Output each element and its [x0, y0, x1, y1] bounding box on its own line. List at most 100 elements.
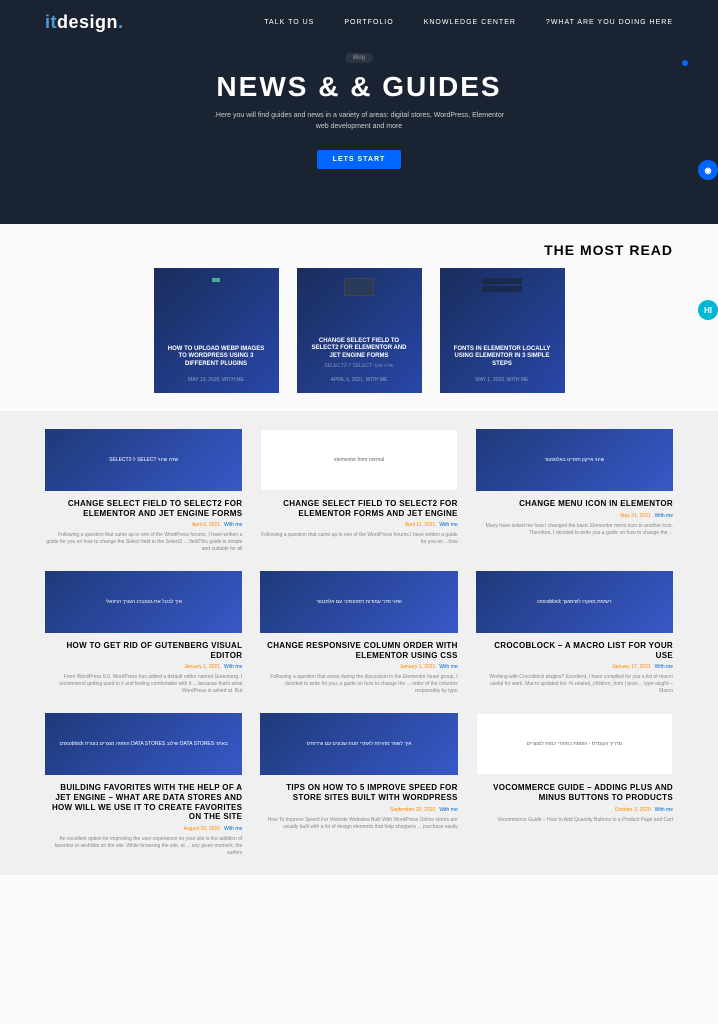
post-date: May 31, 2021 [620, 513, 650, 519]
featured-cards: HOW TO UPLOAD WEBP IMAGES TO WORDPRESS U… [0, 268, 718, 411]
fab-chat-icon[interactable]: HI [698, 300, 718, 320]
nav-portfolio[interactable]: PORTFOLIO [344, 19, 393, 26]
post-card[interactable]: crocoblock הוספה מוצרים בעזרת DATA STORE… [45, 713, 242, 856]
post-thumbnail: elementor form normal [260, 429, 457, 491]
post-title: BUILDING FAVORITES WITH THE HELP OF A JE… [45, 783, 242, 821]
card-thumb-icon [482, 278, 522, 284]
post-title: CHANGE MENU ICON IN ELEMENTOR [476, 499, 673, 509]
dot-icon [682, 60, 688, 66]
post-date: September 20, 2020 [390, 807, 435, 813]
post-title: CHANGE SELECT FIELD TO SELECT2 FOR ELEME… [45, 499, 242, 518]
post-excerpt: Following a question that arose during t… [260, 674, 457, 695]
nav-bar: itdesign. TALK TO US PORTFOLIO KNOWLEDGE… [0, 12, 718, 33]
post-author: With me [439, 664, 457, 670]
post-author: With me [439, 807, 457, 813]
post-thumb-text: שינוי סדר עמודות רספונסיבי עם אלמנטור [316, 599, 402, 605]
post-card[interactable]: שינוי אייקון תפריט באלמנטור CHANGE MENU I… [476, 429, 673, 553]
post-date: January 1, 2021 [184, 664, 220, 670]
post-title: HOW TO GET RID OF GUTENBERG VISUAL EDITO… [45, 641, 242, 660]
post-meta: April 6, 2021 With me [45, 522, 242, 528]
hero-badge: Blog [345, 53, 373, 63]
post-card[interactable]: SELECT2-ל SELECT שדה שינוי CHANGE SELECT … [45, 429, 242, 553]
post-date: April 11, 2021 [405, 522, 435, 528]
post-card[interactable]: elementor form normal CHANGE SELECT FIELD… [260, 429, 457, 553]
card-title: CHANGE SELECT FIELD TO SELECT2 FOR ELEME… [307, 338, 412, 361]
header: itdesign. TALK TO US PORTFOLIO KNOWLEDGE… [0, 0, 718, 224]
post-thumbnail: SELECT2-ל SELECT שדה שינוי [45, 429, 242, 491]
featured-card[interactable]: FONTS IN ELEMENTOR LOCALLY USING ELEMENT… [440, 268, 565, 393]
post-thumb-text: SELECT2-ל SELECT שדה שינוי [109, 457, 178, 463]
fab-accessibility-icon[interactable]: ◉ [698, 160, 718, 180]
post-title: CHANGE RESPONSIVE COLUMN ORDER WITH ELEM… [260, 641, 457, 660]
post-thumb-text: מדריך ווקומרס - הוספת כפתורי כמות למוצרי… [527, 741, 623, 747]
post-date: January 17, 2021 [612, 664, 651, 670]
featured-card[interactable]: CHANGE SELECT FIELD TO SELECT2 FOR ELEME… [297, 268, 422, 393]
post-author: With me [655, 513, 673, 519]
post-meta: January 1, 2021 With me [260, 664, 457, 670]
post-date: August 26, 2020 [184, 826, 220, 832]
post-thumb-text: crocoblock רשימת מאקרו לשימושך [537, 599, 611, 605]
post-title: TIPS ON HOW TO 5 IMPROVE SPEED FOR STORE… [260, 783, 457, 802]
post-date: October 3, 2020 [615, 807, 651, 813]
posts-grid: SELECT2-ל SELECT שדה שינוי CHANGE SELECT … [45, 429, 673, 857]
card-meta: APRIL 6, 2021 .WITH ME [307, 377, 412, 383]
card-title: FONTS IN ELEMENTOR LOCALLY USING ELEMENT… [450, 346, 555, 369]
post-meta: September 20, 2020 With me [260, 807, 457, 813]
nav-knowledge[interactable]: KNOWLEDGE CENTER [424, 19, 516, 26]
post-title: CROCOBLOCK – A MACRO LIST FOR YOUR USE [476, 641, 673, 660]
post-thumb-text: איך לשפר מהירות לאתרי חנות שבונים עם וור… [307, 741, 412, 747]
section-title-mostread: THE MOST READ [0, 224, 718, 268]
post-thumbnail: איך לשפר מהירות לאתרי חנות שבונים עם וור… [260, 713, 457, 775]
post-thumbnail: שינוי סדר עמודות רספונסיבי עם אלמנטור [260, 571, 457, 633]
post-excerpt: Following a question that came up in one… [45, 532, 242, 553]
card-thumb-icon [482, 286, 522, 292]
post-thumbnail: איך לבטל את גוטנברג העורך הויזואלי [45, 571, 242, 633]
post-card[interactable]: איך לבטל את גוטנברג העורך הויזואלי HOW TO… [45, 571, 242, 695]
post-thumb-text: איך לבטל את גוטנברג העורך הויזואלי [105, 599, 181, 605]
post-card[interactable]: שינוי סדר עמודות רספונסיבי עם אלמנטור CHA… [260, 571, 457, 695]
featured-card[interactable]: HOW TO UPLOAD WEBP IMAGES TO WORDPRESS U… [154, 268, 279, 393]
hero-subtitle: .Here you will find guides and news in a… [0, 111, 718, 132]
post-author: With me [224, 664, 242, 670]
hero-cta-button[interactable]: LETS START [317, 150, 402, 169]
card-thumb-icon [212, 278, 220, 282]
post-author: With me [224, 522, 242, 528]
post-excerpt: Many have asked me how I changed the bas… [476, 523, 673, 537]
post-author: With me [439, 522, 457, 528]
post-meta: January 17, 2021 With me [476, 664, 673, 670]
post-author: With me [224, 826, 242, 832]
post-author: With me [655, 807, 673, 813]
post-card[interactable]: crocoblock רשימת מאקרו לשימושך CROCOBLOCK… [476, 571, 673, 695]
post-thumbnail: crocoblock הוספה מוצרים בעזרת DATA STORE… [45, 713, 242, 775]
card-meta: MAY 13, 2020 .WITH ME [164, 377, 269, 383]
logo[interactable]: itdesign. [45, 12, 124, 33]
post-thumb-text: crocoblock הוספה מוצרים בעזרת DATA STORE… [60, 741, 228, 747]
post-meta: January 1, 2021 With me [45, 664, 242, 670]
post-thumbnail: שינוי אייקון תפריט באלמנטור [476, 429, 673, 491]
post-date: January 1, 2021 [399, 664, 435, 670]
post-meta: October 3, 2020 With me [476, 807, 673, 813]
post-title: VOCOMMERCE GUIDE – ADDING PLUS AND MINUS… [476, 783, 673, 802]
post-excerpt: From WordPress 5.0, WordPress has added … [45, 674, 242, 695]
card-sub: SELECT2-7 SELECT שדה שינוי [307, 363, 412, 369]
post-excerpt: Working with Crocoblock plugins? Excelle… [476, 674, 673, 695]
post-thumb-text: שינוי אייקון תפריט באלמנטור [544, 457, 604, 463]
post-card[interactable]: מדריך ווקומרס - הוספת כפתורי כמות למוצרי… [476, 713, 673, 856]
hero-title: NEWS & & GUIDES [0, 71, 718, 103]
post-title: CHANGE SELECT FIELD TO SELECT2 FOR ELEME… [260, 499, 457, 518]
post-meta: August 26, 2020 With me [45, 826, 242, 832]
post-excerpt: Following a question that came up in one… [260, 532, 457, 546]
post-thumb-text: elementor form normal [334, 457, 384, 463]
post-excerpt: Vocommorce Guide – How to Add Quantity B… [476, 817, 673, 824]
nav-what[interactable]: ?WHAT ARE YOU DOING HERE [546, 19, 673, 26]
card-thumb-icon [344, 278, 374, 296]
card-title: HOW TO UPLOAD WEBP IMAGES TO WORDPRESS U… [164, 346, 269, 369]
post-excerpt: How To Improve Speed For Website Website… [260, 817, 457, 831]
post-author: With me [655, 664, 673, 670]
posts-section: SELECT2-ל SELECT שדה שינוי CHANGE SELECT … [0, 411, 718, 875]
nav-talk[interactable]: TALK TO US [264, 19, 314, 26]
post-thumbnail: crocoblock רשימת מאקרו לשימושך [476, 571, 673, 633]
post-meta: May 31, 2021 With me [476, 513, 673, 519]
post-date: April 6, 2021 [192, 522, 220, 528]
post-card[interactable]: איך לשפר מהירות לאתרי חנות שבונים עם וור… [260, 713, 457, 856]
